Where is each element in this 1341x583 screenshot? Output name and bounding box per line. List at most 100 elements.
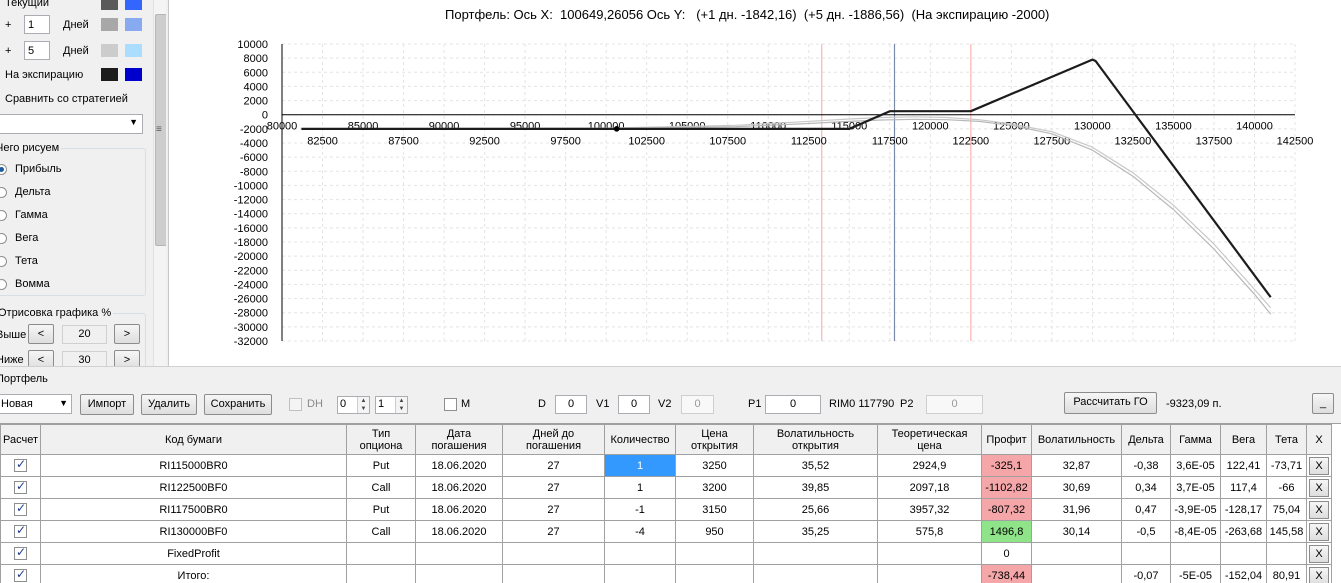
cell-theo[interactable]: 3957,32 <box>878 499 982 521</box>
cell-days[interactable]: 27 <box>503 455 605 477</box>
cell-days[interactable]: 27 <box>503 499 605 521</box>
spin-input-1[interactable]: 0 ▲▼ <box>337 396 370 414</box>
cell-delta[interactable]: -0,07 <box>1122 565 1171 583</box>
splitter-grip-icon[interactable]: ≡ <box>156 124 162 135</box>
exp-light-swatch[interactable] <box>125 68 142 81</box>
cell-vol[interactable]: 30,14 <box>1032 521 1122 543</box>
cell-gamma[interactable]: 3,7E-05 <box>1171 477 1221 499</box>
exp-dark-swatch[interactable] <box>101 68 118 81</box>
cell-theta[interactable]: 75,04 <box>1267 499 1307 521</box>
cell-gamma[interactable]: -8,4E-05 <box>1171 521 1221 543</box>
cell-vol[interactable]: 32,87 <box>1032 455 1122 477</box>
remove-row-button[interactable]: X <box>1309 457 1329 475</box>
positions-grid[interactable]: РасчетКод бумагиТип опционаДата погашени… <box>0 423 1341 583</box>
cell-code[interactable]: FixedProfit <box>41 543 347 565</box>
cell-days[interactable]: 27 <box>503 477 605 499</box>
column-header[interactable]: Вега <box>1221 425 1267 455</box>
cell-profit[interactable]: -807,32 <box>982 499 1032 521</box>
cell-qty[interactable]: 1 <box>605 477 676 499</box>
remove-row-button[interactable]: X <box>1309 545 1329 563</box>
cell-price[interactable]: 3150 <box>676 499 754 521</box>
cell-date[interactable]: 18.06.2020 <box>416 521 503 543</box>
cell-profit[interactable]: -325,1 <box>982 455 1032 477</box>
left-panel-scrollbar[interactable] <box>153 0 166 366</box>
cell-vol[interactable] <box>1032 543 1122 565</box>
cell-date[interactable]: 18.06.2020 <box>416 499 503 521</box>
column-header[interactable]: Количество <box>605 425 676 455</box>
current-dark-swatch[interactable] <box>101 0 118 10</box>
cell-theta[interactable]: -73,71 <box>1267 455 1307 477</box>
cell-theta[interactable]: -66 <box>1267 477 1307 499</box>
portfolio-select[interactable]: Новая ▼ <box>0 394 72 414</box>
remove-row-button[interactable]: X <box>1309 501 1329 519</box>
cell-vega[interactable]: -152,04 <box>1221 565 1267 583</box>
cell-theo[interactable] <box>878 543 982 565</box>
import-button[interactable]: Импорт <box>80 394 134 415</box>
remove-row-button[interactable]: X <box>1309 523 1329 541</box>
cell-price[interactable] <box>676 565 754 583</box>
cell-vega[interactable] <box>1221 543 1267 565</box>
cell-code[interactable]: Итого: <box>41 565 347 583</box>
remove-row-button[interactable]: X <box>1309 567 1329 583</box>
remove-row-button[interactable]: X <box>1309 479 1329 497</box>
below-increase-button[interactable]: > <box>114 350 140 366</box>
cell-qty[interactable]: 1 <box>605 455 676 477</box>
cell-gamma[interactable] <box>1171 543 1221 565</box>
column-header[interactable]: Расчет <box>1 425 41 455</box>
v1-value[interactable]: 0 <box>618 395 650 414</box>
cell-vol[interactable]: 31,96 <box>1032 499 1122 521</box>
cell-code[interactable]: RI130000BF0 <box>41 521 347 543</box>
d-value[interactable]: 0 <box>555 395 587 414</box>
column-header[interactable]: Гамма <box>1171 425 1221 455</box>
spin-arrows-icon[interactable]: ▲▼ <box>395 397 407 413</box>
column-header[interactable]: Профит <box>982 425 1032 455</box>
cell-gamma[interactable]: 3,6E-05 <box>1171 455 1221 477</box>
cell-profit[interactable]: -738,44 <box>982 565 1032 583</box>
column-header[interactable]: Тета <box>1267 425 1307 455</box>
cell-price[interactable] <box>676 543 754 565</box>
cell-theo[interactable]: 2924,9 <box>878 455 982 477</box>
cell-code[interactable]: RI115000BR0 <box>41 455 347 477</box>
table-row[interactable]: RI130000BF0Call18.06.202027-495035,25575… <box>1 521 1332 543</box>
cell-theo[interactable]: 575,8 <box>878 521 982 543</box>
cell-theta[interactable]: 145,58 <box>1267 521 1307 543</box>
cell-days[interactable] <box>503 543 605 565</box>
above-increase-button[interactable]: > <box>114 324 140 344</box>
above-value[interactable]: 20 <box>62 325 107 344</box>
calc-checkbox[interactable] <box>14 481 27 494</box>
current-light-swatch[interactable] <box>125 0 142 10</box>
cell-vol-open[interactable]: 35,25 <box>754 521 878 543</box>
calc-checkbox-cell[interactable] <box>1 565 41 583</box>
cell-theo[interactable]: 2097,18 <box>878 477 982 499</box>
calc-checkbox-cell[interactable] <box>1 521 41 543</box>
cell-type[interactable] <box>347 543 416 565</box>
save-button[interactable]: Сохранить <box>204 394 272 415</box>
cell-date[interactable] <box>416 543 503 565</box>
table-row[interactable]: RI115000BR0Put18.06.2020271325035,522924… <box>1 455 1332 477</box>
dh-checkbox[interactable] <box>289 398 302 411</box>
calc-checkbox-cell[interactable] <box>1 477 41 499</box>
cell-delta[interactable]: 0,34 <box>1122 477 1171 499</box>
cell-vol-open[interactable]: 35,52 <box>754 455 878 477</box>
calc-checkbox[interactable] <box>14 525 27 538</box>
cell-type[interactable]: Put <box>347 455 416 477</box>
d1-dark-swatch[interactable] <box>101 18 118 31</box>
column-header[interactable]: Дней до погашения <box>503 425 605 455</box>
above-decrease-button[interactable]: < <box>28 324 54 344</box>
d5-light-swatch[interactable] <box>125 44 142 57</box>
calc-checkbox-cell[interactable] <box>1 543 41 565</box>
column-header[interactable]: Волатильность <box>1032 425 1122 455</box>
days-input-5[interactable] <box>24 41 50 60</box>
cell-theta[interactable]: 80,91 <box>1267 565 1307 583</box>
column-header[interactable]: Теоретическая цена <box>878 425 982 455</box>
cell-days[interactable] <box>503 565 605 583</box>
below-value[interactable]: 30 <box>62 351 107 366</box>
column-header[interactable]: Дельта <box>1122 425 1171 455</box>
column-header[interactable]: X <box>1307 425 1332 455</box>
cell-vol-open[interactable]: 39,85 <box>754 477 878 499</box>
calc-checkbox[interactable] <box>14 569 27 582</box>
cell-vol-open[interactable]: 25,66 <box>754 499 878 521</box>
table-row[interactable]: Итого:-738,44-0,07-5E-05-152,0480,91X <box>1 565 1332 583</box>
cell-delta[interactable]: -0,38 <box>1122 455 1171 477</box>
cell-delta[interactable] <box>1122 543 1171 565</box>
